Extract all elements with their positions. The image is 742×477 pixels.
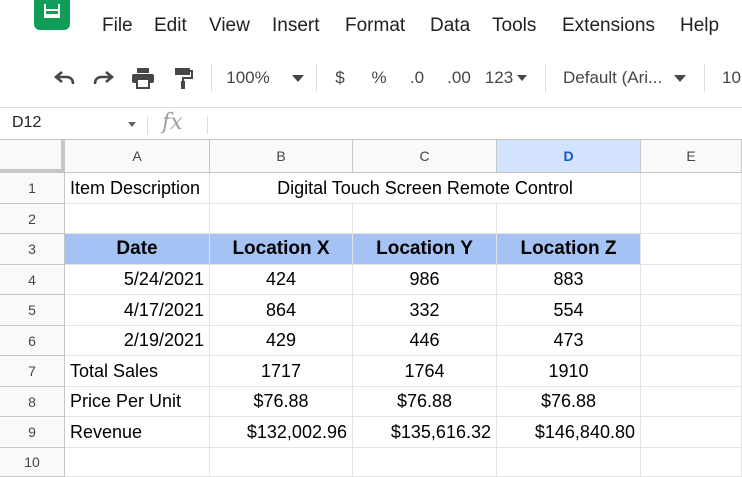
cell-d3-header[interactable]: Location Z bbox=[497, 234, 641, 265]
row-header-6[interactable]: 6 bbox=[0, 326, 65, 356]
cell-e6[interactable] bbox=[641, 326, 742, 356]
font-select[interactable]: Default (Ari... bbox=[556, 50, 694, 106]
menu-extensions[interactable]: Extensions bbox=[562, 15, 655, 37]
cell-b10[interactable] bbox=[210, 448, 353, 477]
zoom-value: 100% bbox=[226, 68, 270, 87]
cell-e9[interactable] bbox=[641, 417, 742, 448]
print-icon[interactable] bbox=[128, 50, 158, 106]
column-header-b[interactable]: B bbox=[210, 140, 353, 173]
cell-b6[interactable]: 429 bbox=[210, 326, 353, 356]
cell-d7[interactable]: 1910 bbox=[497, 356, 641, 387]
cell-b3-header[interactable]: Location X bbox=[210, 234, 353, 265]
cell-a3-header[interactable]: Date bbox=[65, 234, 210, 265]
row-header-1[interactable]: 1 bbox=[0, 173, 65, 204]
cell-c10[interactable] bbox=[353, 448, 497, 477]
chevron-down-icon bbox=[674, 74, 687, 82]
cell-a1[interactable]: Item Description bbox=[65, 173, 210, 204]
increase-decimal-button[interactable]: .00 bbox=[442, 50, 476, 106]
cell-a8[interactable]: Price Per Unit bbox=[65, 387, 210, 417]
row-header-9[interactable]: 9 bbox=[0, 417, 65, 448]
cell-a9[interactable]: Revenue bbox=[65, 417, 210, 448]
cell-b9[interactable]: $132,002.96 bbox=[210, 417, 353, 448]
chevron-down-icon bbox=[517, 75, 528, 81]
cell-d2[interactable] bbox=[497, 204, 641, 234]
font-value: Default (Ari... bbox=[563, 68, 663, 87]
column-header-e[interactable]: E bbox=[641, 140, 742, 173]
column-header-a[interactable]: A bbox=[65, 140, 210, 173]
menu-data[interactable]: Data bbox=[430, 15, 470, 37]
cell-e8[interactable] bbox=[641, 387, 742, 417]
paint-format-icon[interactable] bbox=[168, 50, 198, 106]
cell-d9[interactable]: $146,840.80 bbox=[497, 417, 641, 448]
font-size-input[interactable]: 10 bbox=[716, 50, 742, 106]
cell-c3-header[interactable]: Location Y bbox=[353, 234, 497, 265]
cell-b2[interactable] bbox=[210, 204, 353, 234]
column-header-d[interactable]: D bbox=[497, 140, 641, 173]
cell-b8[interactable]: $76.88 bbox=[210, 387, 353, 417]
cell-c8[interactable]: $76.88 bbox=[353, 387, 497, 417]
row-header-5[interactable]: 5 bbox=[0, 295, 65, 326]
cell-e7[interactable] bbox=[641, 356, 742, 387]
cell-a7[interactable]: Total Sales bbox=[65, 356, 210, 387]
row-header-3[interactable]: 3 bbox=[0, 234, 65, 265]
cell-e4[interactable] bbox=[641, 265, 742, 295]
chevron-down-icon bbox=[291, 74, 304, 82]
cell-e2[interactable] bbox=[641, 204, 742, 234]
cell-c9[interactable]: $135,616.32 bbox=[353, 417, 497, 448]
menu-help[interactable]: Help bbox=[680, 15, 719, 37]
cell-b5[interactable]: 864 bbox=[210, 295, 353, 326]
cell-a2[interactable] bbox=[65, 204, 210, 234]
cell-d4[interactable]: 883 bbox=[497, 265, 641, 295]
chevron-down-icon[interactable] bbox=[128, 122, 136, 127]
row-header-2[interactable]: 2 bbox=[0, 204, 65, 234]
formula-bar: D12 fx bbox=[0, 108, 742, 140]
select-all-corner[interactable] bbox=[0, 140, 65, 173]
cell-a5[interactable]: 4/17/2021 bbox=[65, 295, 210, 326]
menu-tools[interactable]: Tools bbox=[492, 15, 536, 37]
cell-e10[interactable] bbox=[641, 448, 742, 477]
cell-a10[interactable] bbox=[65, 448, 210, 477]
cell-c2[interactable] bbox=[353, 204, 497, 234]
row-header-4[interactable]: 4 bbox=[0, 265, 65, 295]
cell-b4[interactable]: 424 bbox=[210, 265, 353, 295]
menu-view[interactable]: View bbox=[209, 15, 250, 37]
row-header-7[interactable]: 7 bbox=[0, 356, 65, 387]
redo-icon[interactable] bbox=[88, 50, 118, 106]
cell-d8[interactable]: $76.88 bbox=[497, 387, 641, 417]
cell-c7[interactable]: 1764 bbox=[353, 356, 497, 387]
formula-input[interactable] bbox=[216, 114, 736, 134]
cell-a4[interactable]: 5/24/2021 bbox=[65, 265, 210, 295]
cell-a6[interactable]: 2/19/2021 bbox=[65, 326, 210, 356]
row-header-8[interactable]: 8 bbox=[0, 387, 65, 417]
currency-format-button[interactable]: $ bbox=[328, 50, 352, 106]
fx-icon: fx bbox=[162, 110, 183, 135]
menu-edit[interactable]: Edit bbox=[154, 15, 187, 37]
decrease-decimal-button[interactable]: .0 bbox=[402, 50, 432, 106]
menu-insert[interactable]: Insert bbox=[272, 15, 320, 37]
percent-format-button[interactable]: % bbox=[367, 50, 391, 106]
cell-b7[interactable]: 1717 bbox=[210, 356, 353, 387]
row-header-10[interactable]: 10 bbox=[0, 448, 65, 477]
cell-e3[interactable] bbox=[641, 234, 742, 265]
cell-d5[interactable]: 554 bbox=[497, 295, 641, 326]
cell-d6[interactable]: 473 bbox=[497, 326, 641, 356]
spreadsheet-grid: A B C D E 1 2 3 4 5 6 7 8 9 10 Item Desc… bbox=[0, 140, 742, 477]
zoom-select[interactable]: 100% bbox=[222, 50, 308, 106]
menu-file[interactable]: File bbox=[102, 15, 133, 37]
toolbar: 100% $ % .0 .00 123 Default (Ari... 10 bbox=[0, 50, 742, 108]
cell-d10[interactable] bbox=[497, 448, 641, 477]
name-box[interactable]: D12 bbox=[12, 114, 41, 132]
cell-c5[interactable]: 332 bbox=[353, 295, 497, 326]
cell-c4[interactable]: 986 bbox=[353, 265, 497, 295]
cell-c6[interactable]: 446 bbox=[353, 326, 497, 356]
undo-icon[interactable] bbox=[50, 50, 80, 106]
column-header-c[interactable]: C bbox=[353, 140, 497, 173]
menu-bar: File Edit View Insert Format Data Tools … bbox=[0, 0, 742, 50]
cell-b1-merged[interactable]: Digital Touch Screen Remote Control bbox=[210, 173, 641, 204]
more-formats-button[interactable]: 123 bbox=[482, 50, 530, 106]
cell-e5[interactable] bbox=[641, 295, 742, 326]
cell-e1[interactable] bbox=[641, 173, 742, 204]
menu-format[interactable]: Format bbox=[345, 15, 405, 37]
sheets-logo-icon[interactable] bbox=[34, 0, 70, 30]
